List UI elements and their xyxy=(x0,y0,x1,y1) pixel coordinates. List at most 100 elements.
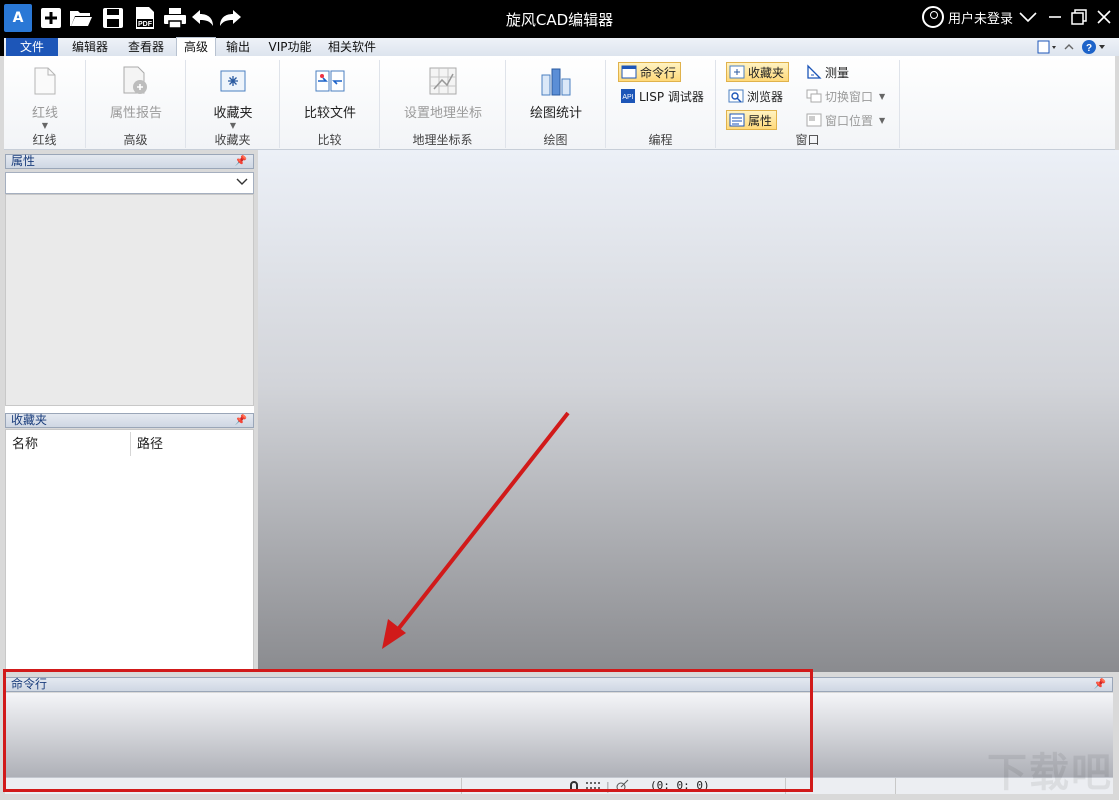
svg-text:?: ? xyxy=(1086,43,1092,54)
ribbon: 红线 ▼ 红线 属性报告 高级 收藏夹 ▼ 收藏夹 比较文件 比较 设置地理坐标 xyxy=(4,56,1115,150)
ribbon-group-programming: 命令行 API LISP 调试器 编程 xyxy=(606,60,716,148)
maximize-icon xyxy=(1071,9,1087,25)
drawing-statistics-button[interactable]: 绘图统计 xyxy=(526,66,586,121)
status-bar: | (0; 0; 0) xyxy=(5,777,1113,794)
svg-text:API: API xyxy=(622,94,633,101)
geo-grid-icon xyxy=(429,67,457,95)
tab-output[interactable]: 输出 xyxy=(220,38,256,56)
tab-related-software[interactable]: 相关软件 xyxy=(322,38,382,56)
dropdown-caret-icon: ▼ xyxy=(41,121,49,130)
switch-window-icon xyxy=(806,89,822,103)
user-avatar-icon xyxy=(922,6,944,28)
maximize-button[interactable] xyxy=(1065,4,1093,30)
collapse-ribbon-icon[interactable] xyxy=(1063,41,1075,53)
command-line-input-area[interactable] xyxy=(5,693,1113,777)
pin-icon[interactable]: 📌 xyxy=(235,414,247,427)
minimize-icon xyxy=(1049,16,1061,18)
document-icon xyxy=(34,67,56,95)
measure-icon xyxy=(807,64,822,79)
property-report-icon xyxy=(123,66,147,94)
menu-tab-bar: 文件 编辑器 查看器 高级 输出 VIP功能 相关软件 ? xyxy=(0,36,1119,57)
status-separator xyxy=(895,778,896,794)
group-label-window: 窗口 xyxy=(795,133,820,147)
command-line-panel-title: 命令行 xyxy=(11,677,48,691)
command-line-panel-header: 命令行 📌 xyxy=(5,677,1113,692)
grid-icon[interactable] xyxy=(585,780,601,792)
ribbon-group-redline: 红线 ▼ 红线 xyxy=(4,60,86,148)
favorites-button[interactable]: 收藏夹 ▼ xyxy=(210,66,256,130)
favorites-column-path[interactable]: 路径 xyxy=(131,434,251,456)
properties-window-toggle[interactable]: 属性 xyxy=(726,110,778,130)
command-line-label: 命令行 xyxy=(640,65,677,80)
switch-window-label: 切换窗口 xyxy=(825,89,874,104)
tab-viewer[interactable]: 查看器 xyxy=(120,38,172,56)
tab-editor[interactable]: 编辑器 xyxy=(64,38,116,56)
ribbon-right-controls: ? xyxy=(1037,39,1107,55)
properties-panel-title: 属性 xyxy=(11,154,36,168)
group-label-favorites: 收藏夹 xyxy=(214,133,251,147)
group-label-geo: 地理坐标系 xyxy=(412,133,473,147)
close-button[interactable] xyxy=(1090,4,1118,30)
compare-files-button[interactable]: 比较文件 xyxy=(300,66,360,121)
window-position-icon xyxy=(806,113,822,127)
dropdown-caret-icon: ▼ xyxy=(879,91,886,101)
pin-icon[interactable]: 📌 xyxy=(1094,678,1106,691)
properties-object-select[interactable] xyxy=(5,172,254,194)
favorites-icon xyxy=(220,70,246,92)
favorites-window-toggle[interactable]: 收藏夹 xyxy=(726,62,790,82)
pin-icon[interactable]: 📌 xyxy=(235,155,247,168)
favorites-panel-body: 名称 路径 xyxy=(5,429,254,671)
redline-button[interactable]: 红线 ▼ xyxy=(22,66,68,130)
snap-magnet-icon[interactable] xyxy=(568,780,580,792)
window-position-label: 窗口位置 xyxy=(825,113,874,128)
ribbon-group-window: 收藏夹 浏览器 属性 测量 切换窗口 ▼ 窗口位置 ▼ 窗口 xyxy=(716,60,900,148)
favorites-window-label: 收藏夹 xyxy=(748,65,785,80)
close-icon xyxy=(1097,10,1111,24)
help-icon[interactable]: ? xyxy=(1081,39,1107,55)
status-separator xyxy=(785,778,786,794)
ribbon-group-advanced: 属性报告 高级 xyxy=(86,60,186,148)
browser-window-toggle[interactable]: 浏览器 xyxy=(726,86,787,106)
switch-window-button[interactable]: 切换窗口 ▼ xyxy=(804,86,889,106)
group-label-advanced: 高级 xyxy=(123,133,148,147)
compare-files-icon xyxy=(315,70,345,92)
browser-window-label: 浏览器 xyxy=(747,89,784,104)
dropdown-caret-icon: ▼ xyxy=(879,115,886,125)
ribbon-group-drawing: 绘图统计 绘图 xyxy=(506,60,606,148)
property-report-button[interactable]: 属性报告 xyxy=(100,66,172,121)
watermark: 下载吧 xyxy=(987,750,1113,796)
user-account-button[interactable]: 用户未登录 xyxy=(922,5,1037,29)
favorites-column-name[interactable]: 名称 xyxy=(6,434,130,456)
status-separator xyxy=(461,778,462,794)
lisp-debugger-button[interactable]: API LISP 调试器 xyxy=(618,86,708,106)
drawing-statistics-label: 绘图统计 xyxy=(529,106,582,121)
layout-icon[interactable] xyxy=(1037,40,1057,54)
tab-file[interactable]: 文件 xyxy=(6,38,58,56)
drawing-canvas[interactable] xyxy=(258,150,1119,672)
set-geo-coordinates-button[interactable]: 设置地理坐标 xyxy=(400,66,486,121)
measure-label: 测量 xyxy=(825,65,850,80)
properties-icon xyxy=(729,113,745,127)
group-label-redline: 红线 xyxy=(32,133,57,147)
lisp-debugger-icon: API xyxy=(621,89,635,103)
ortho-mode-icon[interactable] xyxy=(615,779,629,793)
lisp-debugger-label: LISP 调试器 xyxy=(639,89,704,104)
ribbon-group-favorites: 收藏夹 ▼ 收藏夹 xyxy=(186,60,280,148)
dropdown-caret-icon: ▼ xyxy=(229,121,237,130)
tab-vip[interactable]: VIP功能 xyxy=(262,38,318,56)
window-position-button[interactable]: 窗口位置 ▼ xyxy=(804,110,889,130)
browser-icon xyxy=(728,89,744,103)
property-report-label: 属性报告 xyxy=(109,106,162,121)
title-bar: A PDF 旋风CAD编辑器 用户未登录 xyxy=(0,0,1119,36)
tab-advanced[interactable]: 高级 xyxy=(176,37,216,57)
chevron-down-icon xyxy=(1019,12,1037,23)
ribbon-group-compare: 比较文件 比较 xyxy=(280,60,380,148)
favorites-button-label: 收藏夹 xyxy=(213,106,253,121)
measure-button[interactable]: 测量 xyxy=(804,62,853,82)
favorites-panel-header: 收藏夹 📌 xyxy=(5,413,254,428)
group-label-drawing: 绘图 xyxy=(543,133,568,147)
drawing-statistics-icon xyxy=(541,68,571,96)
command-line-toggle[interactable]: 命令行 xyxy=(618,62,682,82)
group-label-programming: 编程 xyxy=(648,133,673,147)
chevron-down-icon xyxy=(236,178,248,185)
